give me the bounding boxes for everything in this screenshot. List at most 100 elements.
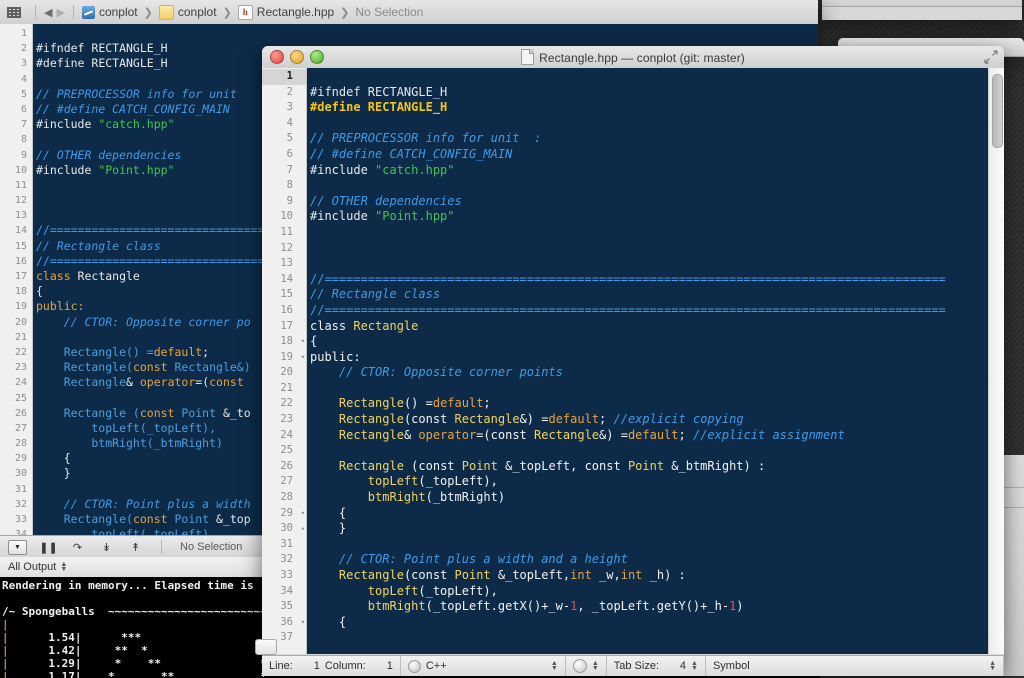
line-number[interactable]: 22 — [262, 396, 306, 412]
step-out-icon[interactable]: ↟ — [128, 541, 143, 554]
line-number[interactable]: 26 — [262, 459, 306, 475]
code-line[interactable]: public: — [310, 350, 989, 366]
code-line[interactable]: //======================================… — [310, 272, 989, 288]
code-line[interactable]: // OTHER dependencies — [310, 194, 989, 210]
code-line[interactable]: topLeft(_topLeft), — [310, 584, 989, 600]
code-line[interactable]: //======================================… — [310, 303, 989, 319]
code-line[interactable] — [310, 381, 989, 397]
line-number[interactable]: 9 — [262, 194, 306, 210]
fold-arrow-icon[interactable]: ▴ — [301, 521, 305, 537]
code-line[interactable]: // CTOR: Point plus a width and a height — [310, 552, 989, 568]
scrollbar-thumb[interactable] — [992, 74, 1003, 148]
code-line[interactable]: Rectangle() =default; — [310, 396, 989, 412]
titlebar[interactable] — [822, 0, 1022, 7]
line-number[interactable]: 23 — [262, 412, 306, 428]
settings-selector[interactable]: ▲ ▼ — [566, 656, 607, 676]
code-content[interactable]: #ifndef RECTANGLE_H #define RECTANGLE_H /… — [310, 69, 989, 654]
line-number[interactable]: 5 — [262, 131, 306, 147]
line-number[interactable]: 2 — [262, 85, 306, 101]
line-number[interactable]: 17 — [262, 319, 306, 335]
line-number[interactable]: 18 ▾ — [262, 334, 306, 350]
console-scope-label[interactable]: All Output — [8, 561, 56, 573]
line-number[interactable]: 32 — [262, 552, 306, 568]
code-line[interactable] — [310, 225, 989, 241]
stepper-icon[interactable]: ▲ ▼ — [60, 561, 67, 573]
code-line[interactable]: Rectangle (const Point &_topLeft, const … — [310, 459, 989, 475]
line-number[interactable]: 4 — [262, 116, 306, 132]
breadcrumb-item-folder[interactable]: conplot — [158, 4, 217, 20]
background-window-far[interactable] — [822, 0, 1022, 20]
line-number[interactable]: 14 — [262, 272, 306, 288]
enter-fullscreen-icon[interactable] — [984, 50, 998, 64]
line-number[interactable]: 1 — [262, 69, 306, 85]
line-number[interactable]: 6 — [262, 147, 306, 163]
line-number[interactable]: 25 — [262, 443, 306, 459]
code-line[interactable]: #define RECTANGLE_H — [310, 100, 989, 116]
code-line[interactable]: // Rectangle class — [310, 287, 989, 303]
code-line[interactable]: #include "Point.hpp" — [310, 209, 989, 225]
line-number[interactable]: 30 ▴ — [262, 521, 306, 537]
fold-arrow-icon[interactable]: ▾ — [301, 350, 305, 366]
code-line[interactable] — [36, 26, 818, 41]
stepper-icon[interactable]: ▲ ▼ — [592, 660, 599, 672]
breadcrumb-item-selection[interactable]: No Selection — [355, 5, 423, 19]
front-titlebar[interactable]: Rectangle.hpp — conplot (git: master) — [262, 46, 1004, 69]
grip-icon[interactable] — [7, 6, 21, 18]
line-number[interactable]: 20 — [262, 365, 306, 381]
line-number[interactable]: 24 — [262, 428, 306, 444]
code-line[interactable]: #ifndef RECTANGLE_H — [310, 85, 989, 101]
fold-arrow-icon[interactable]: ▾ — [301, 334, 305, 350]
close-button[interactable] — [270, 50, 284, 64]
stepper-icon[interactable]: ▲ ▼ — [691, 660, 698, 672]
line-number[interactable]: 27 — [262, 474, 306, 490]
forward-button[interactable]: ▶ — [56, 6, 64, 19]
front-code-editor[interactable]: 1 2 3 4 5 6 7 8 9 10 11 12 13 14 15 16 17 18 ▾ 19 ▾ 20 21 22 23 2… — [262, 68, 1004, 654]
code-line[interactable] — [310, 256, 989, 272]
code-line[interactable]: Rectangle(const Point &_topLeft,int _w,i… — [310, 568, 989, 584]
step-into-icon[interactable]: ↡ — [99, 541, 114, 554]
fold-arrow-icon[interactable]: ▾ — [301, 615, 305, 631]
line-number[interactable]: 28 — [262, 490, 306, 506]
line-number[interactable]: 34 — [262, 584, 306, 600]
back-button[interactable]: ◀ — [44, 6, 52, 19]
code-line[interactable]: // #define CATCH_CONFIG_MAIN — [310, 147, 989, 163]
code-line[interactable]: // CTOR: Opposite corner points — [310, 365, 989, 381]
breadcrumb-item-project[interactable]: conplot — [81, 5, 138, 19]
vertical-scrollbar[interactable] — [988, 68, 1004, 654]
code-line[interactable] — [310, 537, 989, 553]
line-number[interactable]: 19 ▾ — [262, 350, 306, 366]
line-number[interactable]: 36 ▾ — [262, 615, 306, 631]
tab-size-selector[interactable]: Tab Size: 4 ▲ ▼ — [607, 656, 706, 676]
symbol-selector[interactable]: Symbol ▲ ▼ — [706, 656, 1004, 676]
fold-arrow-icon[interactable]: ▾ — [301, 506, 305, 522]
line-number[interactable]: 12 — [262, 241, 306, 257]
language-selector[interactable]: C++ ▲ ▼ — [401, 656, 566, 676]
line-number[interactable]: 3 — [262, 100, 306, 116]
code-line[interactable] — [310, 443, 989, 459]
minimize-button[interactable] — [290, 50, 304, 64]
breadcrumb-item-file[interactable]: h Rectangle.hpp — [237, 4, 334, 20]
line-number[interactable]: 16 — [262, 303, 306, 319]
code-line[interactable] — [310, 69, 989, 85]
code-line[interactable]: Rectangle& operator=(const Rectangle&) =… — [310, 428, 989, 444]
code-line[interactable]: class Rectangle — [310, 319, 989, 335]
front-editor-window[interactable]: Rectangle.hpp — conplot (git: master) 12… — [262, 46, 1004, 676]
step-over-icon[interactable]: ↷ — [70, 541, 85, 554]
code-line[interactable]: Rectangle(const Rectangle&) =default; //… — [310, 412, 989, 428]
code-line[interactable]: #include "catch.hpp" — [310, 163, 989, 179]
hide-debug-area-icon[interactable]: ▼ — [8, 539, 27, 555]
code-line[interactable]: } — [310, 521, 989, 537]
line-number[interactable]: 7 — [262, 163, 306, 179]
code-line[interactable] — [310, 178, 989, 194]
line-number[interactable]: 29 ▾ — [262, 506, 306, 522]
code-line[interactable] — [310, 116, 989, 132]
pause-icon[interactable]: ❚❚ — [39, 541, 57, 554]
stepper-icon[interactable]: ▲ ▼ — [551, 660, 558, 672]
code-line[interactable]: { — [310, 506, 989, 522]
line-number[interactable]: 11 — [262, 225, 306, 241]
code-line[interactable] — [310, 630, 989, 646]
code-line[interactable]: // PREPROCESSOR info for unit : — [310, 131, 989, 147]
line-number[interactable]: 21 — [262, 381, 306, 397]
line-number[interactable]: 15 — [262, 287, 306, 303]
line-number[interactable]: 31 — [262, 537, 306, 553]
